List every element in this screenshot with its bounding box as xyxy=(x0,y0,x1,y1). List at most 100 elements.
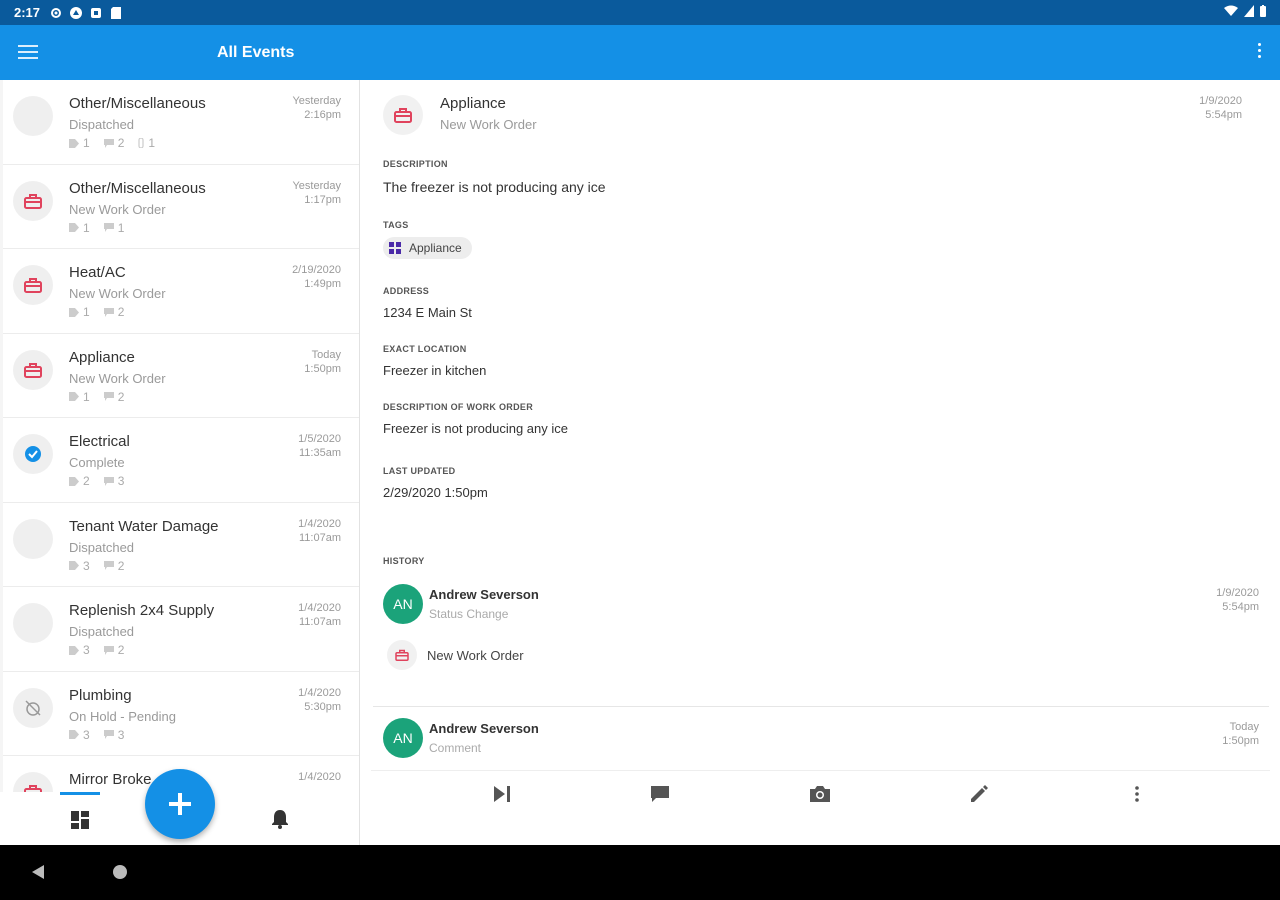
divider xyxy=(373,706,1269,707)
comment-count: 2 xyxy=(103,136,125,150)
tag-icon xyxy=(69,476,79,486)
camera-icon[interactable] xyxy=(809,783,831,805)
history-status-change: New Work Order xyxy=(387,640,524,670)
event-date: Yesterday 1:17pm xyxy=(292,179,341,207)
detail-action-bar xyxy=(371,770,1270,815)
event-name: Replenish 2x4 Supply xyxy=(69,602,215,619)
tag-icon xyxy=(69,645,79,655)
events-list: Other/Miscellaneous Dispatched 121 Yeste… xyxy=(0,80,360,792)
list-item[interactable]: Electrical Complete 23 1/5/2020 11:35am xyxy=(3,418,359,503)
list-item[interactable]: Other/Miscellaneous New Work Order 11 Ye… xyxy=(3,164,359,249)
tag-count-value: 1 xyxy=(83,305,90,319)
more-vert-icon[interactable] xyxy=(1256,43,1262,63)
avatar: AN xyxy=(383,718,423,758)
settings-icon xyxy=(50,7,62,19)
home-icon[interactable] xyxy=(113,865,127,879)
work-order-description-value: Freezer is not producing any ice xyxy=(383,421,568,436)
history-author: Andrew Severson xyxy=(429,587,539,602)
event-meta: 11 xyxy=(69,221,124,235)
event-date-time: 5:30pm xyxy=(304,700,341,713)
tag-count-value: 3 xyxy=(83,643,90,657)
edit-icon[interactable] xyxy=(968,783,990,805)
event-name: Electrical xyxy=(69,433,130,450)
comment-count: 2 xyxy=(103,305,124,319)
empty-status-icon xyxy=(13,96,53,136)
tag-icon xyxy=(69,392,79,401)
history-type: Status Change xyxy=(429,607,509,621)
history-date: Today 1:50pm xyxy=(1222,720,1259,748)
wifi-icon xyxy=(1224,5,1238,20)
history-date-day: 1/9/2020 xyxy=(1216,587,1259,599)
event-date-time: 1:50pm xyxy=(304,362,341,375)
skip-next-icon[interactable] xyxy=(491,783,513,805)
more-vert-icon[interactable] xyxy=(1126,783,1148,805)
comment-icon[interactable] xyxy=(649,783,671,805)
attachment-count-value: 1 xyxy=(148,136,156,150)
event-date-day: Yesterday xyxy=(292,95,341,107)
comment-icon xyxy=(103,730,114,739)
app-notification-icon xyxy=(70,6,83,19)
history-date-day: Today xyxy=(1229,721,1259,733)
list-item[interactable]: Plumbing On Hold - Pending 33 1/4/2020 5… xyxy=(3,671,359,756)
comment-count-value: 2 xyxy=(117,136,125,150)
tag-chip[interactable]: Appliance xyxy=(383,237,472,259)
tag-count-value: 3 xyxy=(83,727,90,742)
comment-icon xyxy=(103,138,114,148)
event-status: Dispatched xyxy=(69,624,135,639)
list-item[interactable]: Replenish 2x4 Supply Dispatched 32 1/4/2… xyxy=(3,587,359,672)
tag-count-value: 1 xyxy=(83,220,90,235)
tag-count: 3 xyxy=(69,643,90,657)
bell-icon[interactable] xyxy=(271,809,291,829)
event-status: Dispatched xyxy=(69,117,135,132)
event-meta: 32 xyxy=(69,643,124,657)
list-item[interactable]: Other/Miscellaneous Dispatched 1 2 1 Yeste… xyxy=(3,80,359,165)
status-time: 2:17 xyxy=(14,5,41,20)
comment-icon xyxy=(103,223,114,232)
toolbox-icon xyxy=(13,265,53,305)
event-meta: 33 xyxy=(69,728,124,742)
event-date: 1/4/2020 5:30pm xyxy=(298,686,341,714)
comment-count-value: 2 xyxy=(117,389,125,404)
list-item[interactable]: Appliance New Work Order 12 Today 1:50pm xyxy=(3,333,359,418)
attachment-icon xyxy=(138,138,144,148)
toolbox-icon xyxy=(387,640,417,670)
comment-icon xyxy=(103,645,114,655)
list-item[interactable]: Heat/AC New Work Order 12 2/19/2020 1:49… xyxy=(3,249,359,334)
exact-location-label: EXACT LOCATION xyxy=(383,344,467,354)
event-date-time: 11:07am xyxy=(299,531,341,544)
tag-count: 1 xyxy=(69,136,90,150)
tag-count: 1 xyxy=(69,390,90,404)
page-title: All Events xyxy=(217,44,295,61)
event-date-time: 1:17pm xyxy=(304,193,341,206)
history-label: HISTORY xyxy=(383,556,425,566)
last-updated-label: LAST UPDATED xyxy=(383,466,456,476)
history-date-time: 1:50pm xyxy=(1222,735,1259,747)
hamburger-icon[interactable] xyxy=(18,45,38,61)
history-entry[interactable]: AN Andrew Severson Status Change 1/9/202… xyxy=(383,584,1259,624)
toolbox-icon xyxy=(383,95,423,135)
add-event-button[interactable] xyxy=(145,769,215,839)
comment-icon xyxy=(103,476,114,486)
comment-count-value: 2 xyxy=(117,643,125,657)
tag-icon xyxy=(69,223,79,232)
event-status: Complete xyxy=(69,455,125,470)
event-date-day: 2/19/2020 xyxy=(292,264,341,276)
event-detail: Appliance New Work Order 1/9/2020 5:54pm… xyxy=(361,80,1280,770)
tag-count: 3 xyxy=(69,559,90,573)
tag-count-value: 1 xyxy=(83,389,90,404)
event-meta: 12 xyxy=(69,305,124,319)
comment-count-value: 1 xyxy=(117,220,125,235)
dashboard-icon[interactable] xyxy=(70,810,90,830)
event-name: Other/Miscellaneous xyxy=(69,179,206,197)
status-bar: 2:17 xyxy=(0,0,1280,25)
event-date: 1/4/2020 xyxy=(298,770,341,784)
list-item[interactable]: Tenant Water Damage Dispatched 32 1/4/20… xyxy=(3,502,359,587)
sd-card-icon xyxy=(110,6,122,19)
comment-count: 2 xyxy=(103,643,125,657)
event-status: New Work Order xyxy=(69,286,166,301)
history-entry[interactable]: AN Andrew Severson Comment Today 1:50pm xyxy=(383,718,1259,758)
toolbox-icon xyxy=(13,349,53,390)
event-date-time: 11:07am xyxy=(299,616,341,628)
tag-count-value: 3 xyxy=(83,558,90,573)
back-icon[interactable] xyxy=(32,865,44,879)
